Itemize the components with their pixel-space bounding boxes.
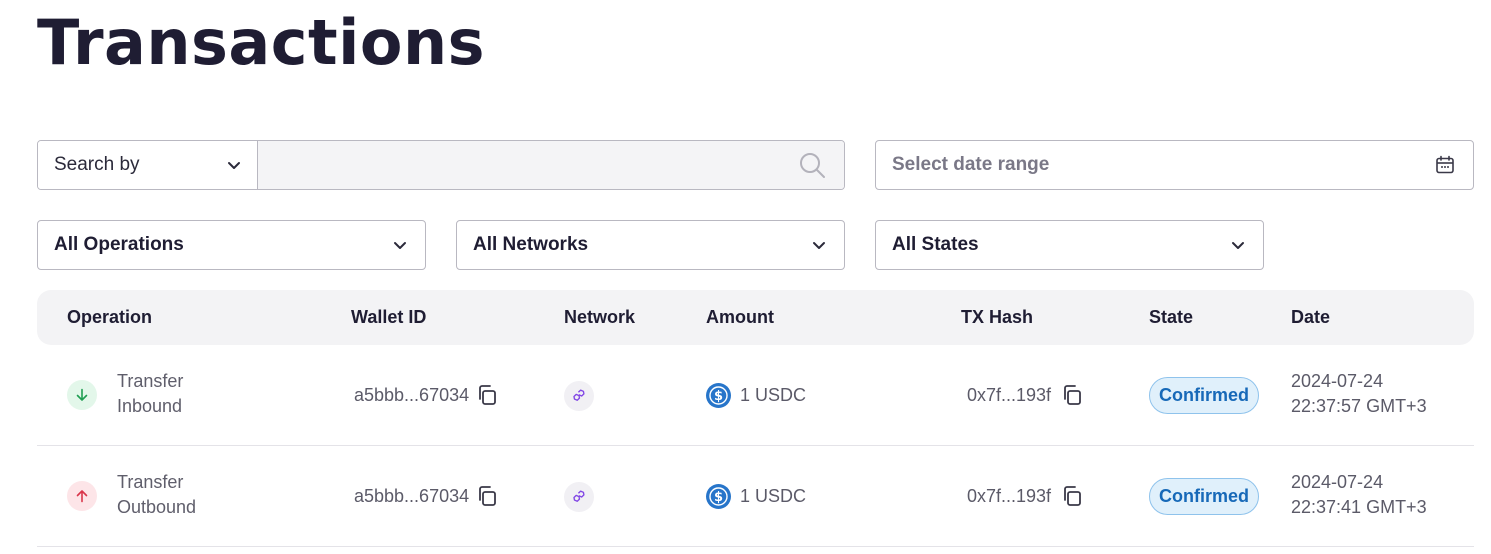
status-badge: Confirmed bbox=[1149, 377, 1259, 414]
search-by-dropdown[interactable]: Search by bbox=[38, 141, 258, 189]
tx-hash: 0x7f...193f bbox=[967, 486, 1052, 506]
amount: 1 USDC bbox=[740, 486, 807, 506]
operation-label: Transfer Inbound bbox=[117, 369, 183, 419]
date: 2024-07-24 22:37:41 GMT+3 bbox=[1291, 470, 1427, 520]
networks-select[interactable]: All Networks bbox=[456, 220, 845, 270]
date-day: 2024-07-24 bbox=[1291, 472, 1384, 492]
operation-direction: Outbound bbox=[117, 497, 197, 517]
copy-icon[interactable] bbox=[476, 384, 498, 406]
search-icon[interactable] bbox=[798, 151, 826, 179]
chevron-down-icon bbox=[813, 242, 825, 249]
date-time: 22:37:57 GMT+3 bbox=[1291, 396, 1427, 416]
chevron-down-icon bbox=[394, 242, 406, 249]
date-range-picker[interactable]: Select date range bbox=[875, 140, 1474, 190]
operations-select[interactable]: All Operations bbox=[37, 220, 426, 270]
table-row[interactable]: Transfer Outbound a5bbb...67034 $ 1 USDC… bbox=[37, 446, 1474, 547]
search-input[interactable] bbox=[258, 141, 844, 189]
wallet-id: a5bbb...67034 bbox=[354, 385, 470, 405]
inbound-arrow-icon bbox=[67, 380, 97, 410]
svg-text:$: $ bbox=[714, 389, 723, 404]
chevron-down-icon bbox=[228, 162, 240, 169]
status-badge: Confirmed bbox=[1149, 478, 1259, 515]
column-header-operation: Operation bbox=[67, 307, 153, 327]
amount: 1 USDC bbox=[740, 385, 807, 405]
search-field[interactable] bbox=[258, 141, 844, 189]
operation-label: Transfer Outbound bbox=[117, 470, 196, 520]
page-title: Transactions bbox=[37, 6, 486, 79]
table-row[interactable]: Transfer Inbound a5bbb...67034 $ 1 USDC … bbox=[37, 345, 1474, 446]
column-header-wallet-id: Wallet ID bbox=[351, 307, 427, 327]
polygon-icon bbox=[564, 482, 594, 512]
date-day: 2024-07-24 bbox=[1291, 371, 1384, 391]
calendar-icon[interactable] bbox=[1435, 155, 1455, 175]
usdc-icon: $ bbox=[706, 484, 731, 509]
tx-hash: 0x7f...193f bbox=[967, 385, 1052, 405]
search-by-label: Search by bbox=[54, 154, 140, 175]
polygon-icon bbox=[564, 381, 594, 411]
wallet-id: a5bbb...67034 bbox=[354, 486, 470, 506]
table-header: Operation Wallet ID Network Amount TX Ha… bbox=[37, 290, 1474, 345]
usdc-icon: $ bbox=[706, 383, 731, 408]
chevron-down-icon bbox=[1232, 242, 1244, 249]
operation-direction: Inbound bbox=[117, 396, 183, 416]
column-header-date: Date bbox=[1291, 307, 1331, 327]
column-header-network: Network bbox=[564, 307, 636, 327]
search-group: Search by bbox=[37, 140, 845, 190]
states-select-value: All States bbox=[892, 234, 979, 255]
copy-icon[interactable] bbox=[1061, 384, 1083, 406]
operations-select-value: All Operations bbox=[54, 234, 184, 255]
operation-type: Transfer bbox=[117, 472, 184, 492]
svg-text:$: $ bbox=[714, 490, 723, 505]
outbound-arrow-icon bbox=[67, 481, 97, 511]
states-select[interactable]: All States bbox=[875, 220, 1264, 270]
date-range-placeholder: Select date range bbox=[892, 154, 1050, 175]
date: 2024-07-24 22:37:57 GMT+3 bbox=[1291, 369, 1427, 419]
column-header-tx-hash: TX Hash bbox=[961, 307, 1034, 327]
copy-icon[interactable] bbox=[1061, 485, 1083, 507]
column-header-state: State bbox=[1149, 307, 1194, 327]
networks-select-value: All Networks bbox=[473, 234, 589, 255]
copy-icon[interactable] bbox=[476, 485, 498, 507]
date-time: 22:37:41 GMT+3 bbox=[1291, 497, 1427, 517]
operation-type: Transfer bbox=[117, 371, 184, 391]
column-header-amount: Amount bbox=[706, 307, 774, 327]
